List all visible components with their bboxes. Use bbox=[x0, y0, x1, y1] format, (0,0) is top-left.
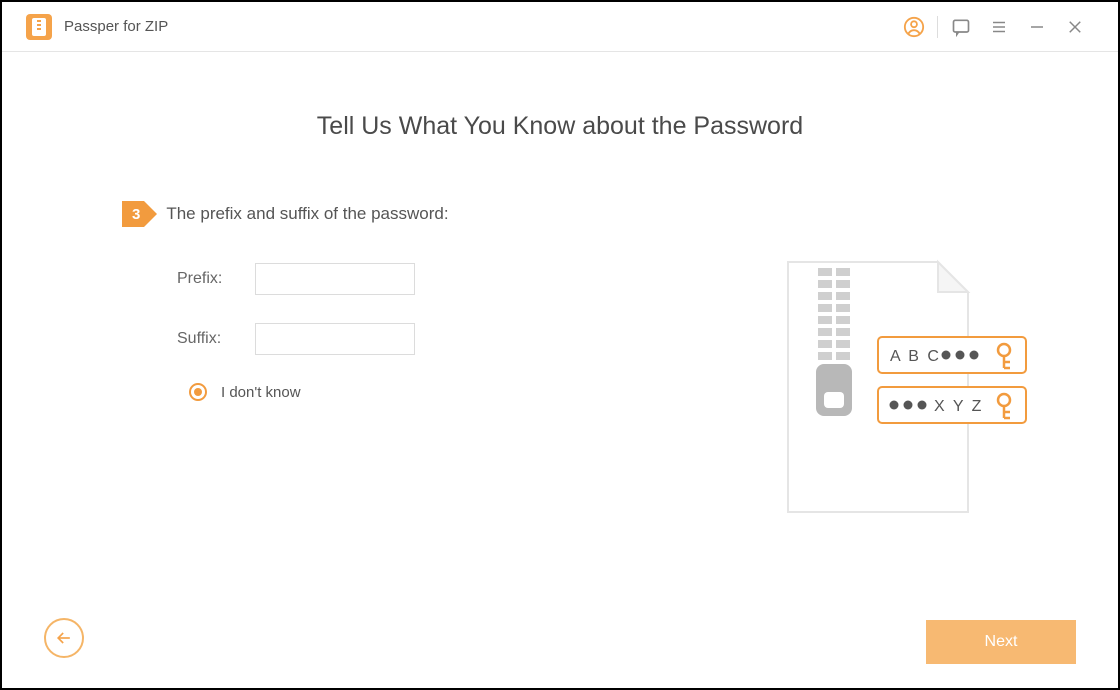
divider bbox=[937, 16, 938, 38]
title-right bbox=[895, 8, 1094, 46]
prefix-input[interactable] bbox=[255, 263, 415, 295]
feedback-icon[interactable] bbox=[942, 8, 980, 46]
back-button[interactable] bbox=[44, 618, 84, 658]
title-left: Passper for ZIP bbox=[26, 14, 168, 40]
step-number-badge: 3 bbox=[122, 201, 144, 227]
menu-icon[interactable] bbox=[980, 8, 1018, 46]
step-indicator: 3 The prefix and suffix of the password: bbox=[122, 201, 998, 227]
zip-illustration: A B C X Y Z bbox=[778, 252, 1048, 542]
page-heading: Tell Us What You Know about the Password bbox=[122, 112, 998, 141]
titlebar: Passper for ZIP bbox=[2, 2, 1118, 52]
app-window: Passper for ZIP Tell Us What You Know ab… bbox=[0, 0, 1120, 690]
radio-icon bbox=[189, 383, 207, 401]
account-icon[interactable] bbox=[895, 8, 933, 46]
illustration-xyz: X Y Z bbox=[934, 398, 983, 415]
app-title: Passper for ZIP bbox=[64, 18, 168, 35]
dont-know-label: I don't know bbox=[221, 384, 301, 401]
next-label: Next bbox=[985, 633, 1018, 651]
minimize-icon[interactable] bbox=[1018, 8, 1056, 46]
next-button[interactable]: Next bbox=[926, 620, 1076, 664]
illustration-abc: A B C bbox=[890, 348, 941, 365]
step-description: The prefix and suffix of the password: bbox=[166, 204, 448, 224]
close-icon[interactable] bbox=[1056, 8, 1094, 46]
content-area: Tell Us What You Know about the Password… bbox=[2, 52, 1118, 688]
app-icon bbox=[26, 14, 52, 40]
suffix-input[interactable] bbox=[255, 323, 415, 355]
prefix-label: Prefix: bbox=[177, 270, 227, 288]
suffix-label: Suffix: bbox=[177, 330, 227, 348]
